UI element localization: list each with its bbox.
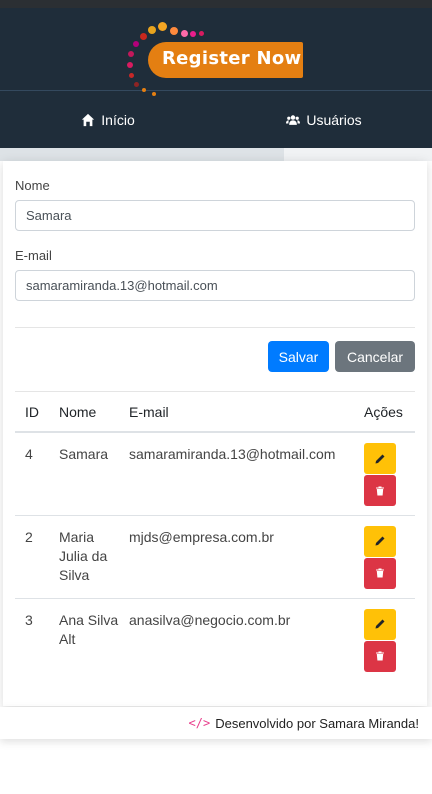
nav-item-usuarios[interactable]: Usuários (216, 91, 432, 148)
header-actions: Ações (354, 392, 415, 433)
nav-item-inicio[interactable]: Início (0, 91, 216, 148)
pencil-icon (375, 619, 385, 629)
cell-name: Maria Julia da Silva (49, 515, 119, 599)
table-row: 2 Maria Julia da Silva mjds@empresa.com.… (15, 515, 415, 599)
page-band (0, 148, 432, 161)
table-header-row: ID Nome E-mail Ações (15, 392, 415, 433)
cell-id: 2 (15, 515, 49, 599)
name-label: Nome (15, 178, 50, 193)
trash-icon (376, 486, 384, 495)
header-email: E-mail (119, 392, 354, 433)
cell-actions (354, 598, 415, 681)
table-row: 3 Ana Silva Alt anasilva@negocio.com.br (15, 598, 415, 681)
save-button[interactable]: Salvar (268, 341, 329, 372)
form-divider (15, 327, 415, 328)
cell-id: 4 (15, 432, 49, 516)
header-name: Nome (49, 392, 119, 433)
email-input[interactable]: samaramiranda.13@hotmail.com (15, 270, 415, 301)
main-nav: Início Usuários (0, 90, 432, 148)
home-icon (82, 113, 95, 126)
app-footer: </> Desenvolvido por Samara Miranda! (0, 707, 432, 739)
name-input[interactable]: Samara (15, 200, 415, 231)
cell-actions (354, 432, 415, 516)
cell-email: samaramiranda.13@hotmail.com (119, 432, 354, 516)
delete-button[interactable] (364, 557, 396, 589)
cell-actions (354, 515, 415, 599)
trash-icon (376, 651, 384, 661)
email-label: E-mail (15, 248, 52, 263)
cell-name: Samara (49, 432, 119, 516)
code-icon: </> (188, 716, 211, 730)
nav-item-label: Usuários (306, 111, 362, 128)
edit-button[interactable] (364, 525, 396, 557)
table-row: 4 Samara samaramiranda.13@hotmail.com (15, 432, 415, 516)
app-header: Register Now (0, 8, 432, 96)
trash-icon (376, 568, 384, 578)
form-actions: Salvar Cancelar (15, 341, 415, 372)
pencil-icon (375, 536, 385, 546)
nav-item-label: Início (101, 111, 135, 128)
cell-id: 3 (25, 611, 33, 628)
top-strip (0, 0, 432, 8)
header-id: ID (15, 392, 49, 433)
cell-name: Ana Silva Alt (59, 611, 119, 647)
logo-text: Register Now (162, 48, 302, 69)
pencil-icon (375, 454, 385, 463)
band-shade (0, 148, 284, 161)
edit-button[interactable] (364, 443, 396, 474)
users-table: ID Nome E-mail Ações 4 Samara samaramira… (15, 392, 415, 681)
cell-email: anasilva@negocio.com.br (129, 611, 291, 628)
delete-button[interactable] (364, 640, 396, 672)
register-now-logo[interactable]: Register Now (120, 18, 310, 98)
edit-button[interactable] (364, 608, 396, 640)
users-icon (286, 114, 301, 125)
cell-email: mjds@empresa.com.br (119, 515, 354, 599)
cancel-button[interactable]: Cancelar (335, 341, 415, 372)
footer-text: Desenvolvido por Samara Miranda! (215, 715, 419, 731)
delete-button[interactable] (364, 475, 396, 506)
user-form-card: Nome Samara E-mail samaramiranda.13@hotm… (3, 161, 427, 706)
